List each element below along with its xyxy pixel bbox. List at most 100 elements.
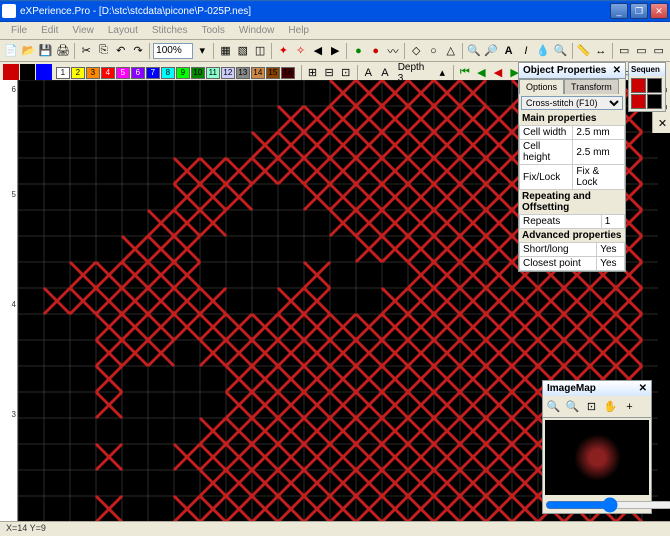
maximize-button[interactable]: ❐: [630, 3, 648, 19]
objprops-title: Object Properties: [523, 65, 606, 76]
layer3-icon[interactable]: ▭: [651, 42, 667, 59]
seq-cell-2[interactable]: [647, 78, 662, 93]
text-I-icon[interactable]: I: [518, 42, 534, 59]
adv-header: Advanced properties: [519, 229, 625, 242]
imap-fit-icon[interactable]: ⊡: [583, 398, 600, 415]
grid-icon[interactable]: ▦: [217, 42, 233, 59]
blue-swatch[interactable]: [36, 64, 52, 81]
imagemap-preview[interactable]: [545, 420, 649, 495]
layer2-icon[interactable]: ▭: [633, 42, 649, 59]
shape2-icon[interactable]: ○: [425, 42, 441, 59]
shape3-icon[interactable]: △: [443, 42, 459, 59]
zoom-out-icon[interactable]: 🔎: [483, 42, 499, 59]
depth-up-icon[interactable]: ▴: [434, 64, 450, 81]
copy-icon[interactable]: ⎘: [95, 42, 111, 59]
ruler-icon[interactable]: 📏: [576, 42, 592, 59]
text-A-icon[interactable]: A: [500, 42, 516, 59]
color-4[interactable]: 4: [101, 67, 115, 79]
green-dot-icon[interactable]: ●: [350, 42, 366, 59]
text-icon[interactable]: A: [360, 64, 376, 81]
grid2-icon[interactable]: ▧: [235, 42, 251, 59]
zoom-combo[interactable]: [153, 43, 193, 59]
color-1[interactable]: 1: [56, 67, 70, 79]
measure-icon[interactable]: ↔: [593, 42, 609, 59]
menu-file[interactable]: File: [4, 23, 34, 38]
search-icon[interactable]: 🔍: [552, 42, 568, 59]
color-15[interactable]: 15: [266, 67, 280, 79]
menu-edit[interactable]: Edit: [34, 23, 65, 38]
imap-hand-icon[interactable]: ✋: [602, 398, 619, 415]
stitch-type-select[interactable]: Cross-stitch (F10): [521, 96, 623, 110]
save-icon[interactable]: 💾: [38, 42, 54, 59]
path-icon[interactable]: 〰: [385, 42, 401, 59]
color-11[interactable]: 11: [206, 67, 220, 79]
layer-icon[interactable]: ▭: [616, 42, 632, 59]
imagemap-title: ImageMap: [547, 383, 596, 394]
color-3[interactable]: 3: [86, 67, 100, 79]
red-dot-icon[interactable]: ●: [368, 42, 384, 59]
stitch-red2-icon[interactable]: ✧: [292, 42, 308, 59]
color-13[interactable]: 13: [236, 67, 250, 79]
seq-cell-3[interactable]: [631, 94, 646, 109]
align2-icon[interactable]: ⊟: [321, 64, 337, 81]
play-stop-icon[interactable]: ◀: [490, 64, 506, 81]
close-button[interactable]: ✕: [650, 3, 668, 19]
minimize-button[interactable]: _: [610, 3, 628, 19]
align3-icon[interactable]: ⊡: [338, 64, 354, 81]
imap-plus-icon[interactable]: +: [621, 398, 638, 415]
imap-zoomout-icon[interactable]: 🔍: [564, 398, 581, 415]
snap-icon[interactable]: ◫: [252, 42, 268, 59]
open-icon[interactable]: 📂: [20, 42, 36, 59]
new-icon[interactable]: 📄: [3, 42, 19, 59]
zoom-in-icon[interactable]: 🔍: [466, 42, 482, 59]
black-swatch[interactable]: [20, 64, 36, 81]
menu-stitches[interactable]: Stitches: [145, 23, 195, 38]
undo-icon[interactable]: ↶: [113, 42, 129, 59]
seq-cell-1[interactable]: [631, 78, 646, 93]
arrow-left-icon[interactable]: ◀: [310, 42, 326, 59]
menu-help[interactable]: Help: [281, 23, 316, 38]
zoom-dropdown-icon[interactable]: ▾: [194, 42, 210, 59]
color-6[interactable]: 6: [131, 67, 145, 79]
imagemap-close-icon[interactable]: ✕: [639, 383, 647, 394]
app-icon: [2, 4, 16, 18]
title-bar: eXPerience.Pro - [D:\stc\stcdata\picone\…: [0, 0, 670, 22]
color-7[interactable]: 7: [146, 67, 160, 79]
color-2[interactable]: 2: [71, 67, 85, 79]
color-14[interactable]: 14: [251, 67, 265, 79]
imap-zoomin-icon[interactable]: 🔍: [545, 398, 562, 415]
eyedrop-icon[interactable]: 💧: [535, 42, 551, 59]
color-10[interactable]: 10: [191, 67, 205, 79]
tab-transform[interactable]: Transform: [564, 79, 619, 94]
seq-cell-4[interactable]: [647, 94, 662, 109]
tab-options[interactable]: Options: [519, 79, 564, 94]
toolbar-1: 📄 📂 💾 🖨 ✂ ⎘ ↶ ↷ ▾ ▦ ▧ ◫ ✦ ✧ ◀ ▶ ● ● 〰 ◇ …: [0, 40, 670, 62]
text2-icon[interactable]: A: [377, 64, 393, 81]
print-icon[interactable]: 🖨: [55, 42, 71, 59]
align1-icon[interactable]: ⊞: [305, 64, 321, 81]
arrow-right-icon[interactable]: ▶: [327, 42, 343, 59]
vertical-ruler: 6 5 4 3: [0, 80, 18, 521]
menu-view[interactable]: View: [65, 23, 101, 38]
window-title: eXPerience.Pro - [D:\stc\stcdata\picone\…: [20, 6, 610, 17]
color-16[interactable]: 16: [281, 67, 295, 79]
rtool3-icon[interactable]: ✕: [655, 116, 670, 131]
play-start-icon[interactable]: ⏮: [457, 64, 473, 81]
cut-icon[interactable]: ✂: [78, 42, 94, 59]
redo-icon[interactable]: ↷: [130, 42, 146, 59]
color-12[interactable]: 12: [221, 67, 235, 79]
color-5[interactable]: 5: [116, 67, 130, 79]
red-swatch[interactable]: [3, 64, 19, 81]
stitch-red-icon[interactable]: ✦: [275, 42, 291, 59]
menu-window[interactable]: Window: [232, 23, 282, 38]
menu-tools[interactable]: Tools: [194, 23, 231, 38]
play-prev-icon[interactable]: ◀: [474, 64, 490, 81]
color-8[interactable]: 8: [161, 67, 175, 79]
panel-close-icon[interactable]: ✕: [613, 65, 621, 76]
status-bar: X=14 Y=9: [0, 521, 670, 536]
shape1-icon[interactable]: ◇: [408, 42, 424, 59]
imagemap-zoom-slider[interactable]: [545, 499, 670, 511]
color-9[interactable]: 9: [176, 67, 190, 79]
menu-layout[interactable]: Layout: [101, 23, 145, 38]
object-properties-panel: Object Properties ✕ Options Transform Cro…: [518, 62, 626, 272]
